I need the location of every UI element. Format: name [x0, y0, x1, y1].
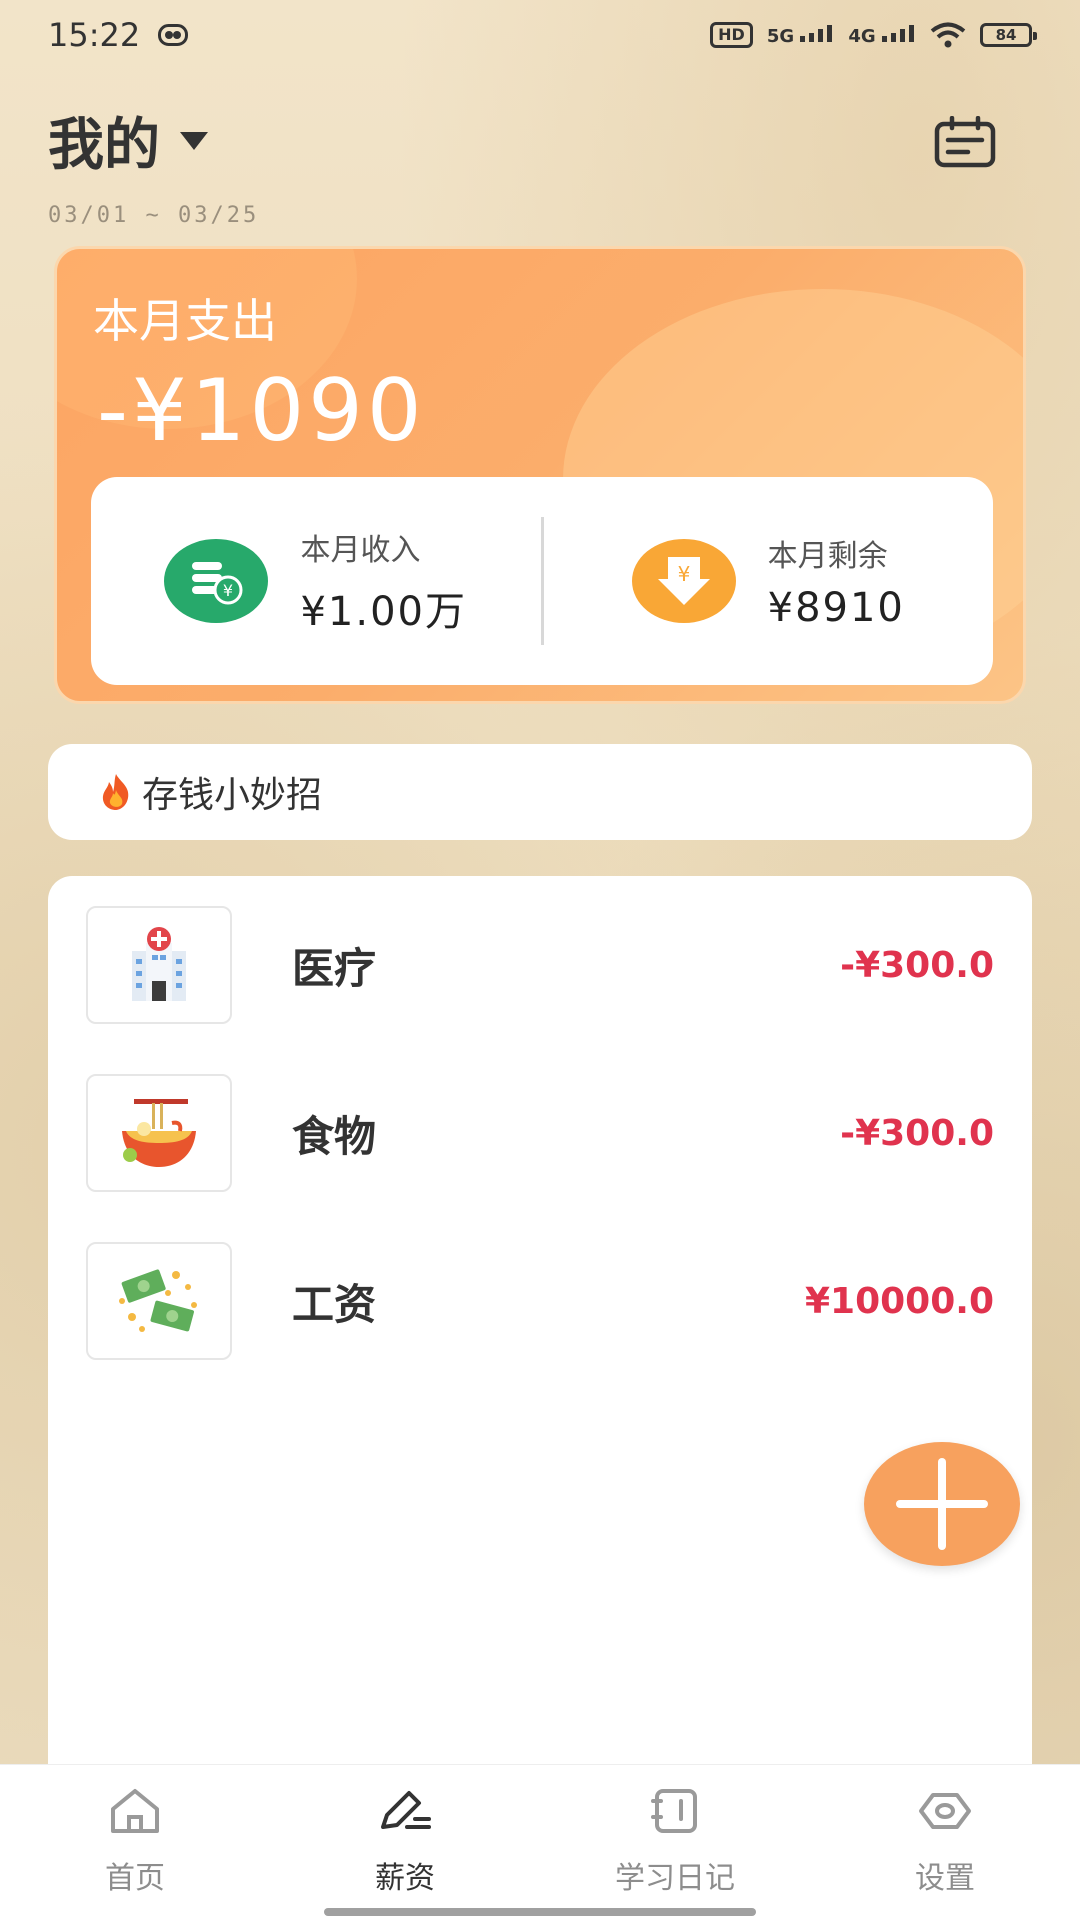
status-bar: 15:22 HD 5G 4G 84: [0, 0, 1080, 70]
page-title: 我的: [48, 113, 160, 178]
item-amount: ¥10000.0: [804, 1280, 994, 1322]
nav-salary[interactable]: 薪资: [270, 1765, 540, 1920]
income-stat: ¥ 本月收入 ¥1.00万: [91, 525, 541, 637]
calendar-icon[interactable]: [934, 116, 996, 168]
add-button[interactable]: [864, 1442, 1020, 1566]
home-icon: [111, 1789, 159, 1833]
money-icon: [86, 1242, 232, 1360]
eye-icon: [919, 1793, 971, 1829]
bottom-nav: 首页 薪资 学习日记 设置: [0, 1764, 1080, 1920]
nav-label: 学习日记: [615, 1861, 735, 1896]
item-name: 食物: [292, 1111, 377, 1161]
expense-amount: -¥1090: [97, 361, 426, 461]
media-icon: [158, 24, 189, 46]
transaction-list: 医疗 -¥300.0 食物 -¥300.0 工资 ¥10000.0: [48, 876, 1032, 1776]
plus-icon: [896, 1458, 988, 1550]
nav-label: 薪资: [375, 1861, 435, 1896]
item-name: 工资: [292, 1279, 377, 1329]
nav-home[interactable]: 首页: [0, 1765, 270, 1920]
hd-indicator: HD: [710, 22, 753, 48]
home-indicator: [324, 1908, 756, 1916]
expense-label: 本月支出: [93, 294, 277, 348]
list-item[interactable]: 工资 ¥10000.0: [86, 1242, 994, 1360]
nav-study-diary[interactable]: 学习日记: [540, 1765, 810, 1920]
list-item[interactable]: 医疗 -¥300.0: [86, 906, 994, 1024]
signal-4g: 4G: [848, 24, 916, 47]
item-name: 医疗: [292, 943, 377, 993]
nav-label: 首页: [105, 1861, 165, 1896]
item-amount: -¥300.0: [840, 944, 994, 986]
svg-text:¥: ¥: [223, 581, 233, 600]
signal-5g: 5G: [767, 24, 835, 47]
caret-down-icon: [180, 131, 208, 150]
edit-icon: [381, 1791, 431, 1829]
noodle-bowl-icon: [86, 1074, 232, 1192]
nav-settings[interactable]: 设置: [810, 1765, 1080, 1920]
list-item[interactable]: 食物 -¥300.0: [86, 1074, 994, 1192]
fire-icon: [102, 774, 129, 810]
coins-icon: ¥: [164, 539, 269, 623]
item-amount: -¥300.0: [840, 1112, 994, 1154]
svg-text:¥: ¥: [677, 562, 690, 586]
yen-down-icon: ¥: [631, 539, 736, 623]
saving-tips-banner[interactable]: 存钱小妙招: [48, 744, 1032, 840]
signal-icon: [882, 24, 914, 42]
date-range: 03/01 ~ 03/25: [48, 203, 260, 228]
tips-label: 存钱小妙招: [142, 775, 323, 816]
header: 我的 03/01 ~ 03/25: [48, 100, 259, 228]
remaining-stat: ¥ 本月剩余 ¥8910: [544, 531, 994, 631]
income-remaining-panel: ¥ 本月收入 ¥1.00万 ¥ 本月剩余 ¥8910: [91, 477, 993, 685]
income-label: 本月收入: [300, 533, 421, 568]
signal-icon: [800, 24, 833, 42]
notebook-icon: [651, 1789, 697, 1833]
wifi-icon: [930, 22, 966, 48]
monthly-summary-card: 本月支出 -¥1090 ¥ 本月收入 ¥1.00万 ¥ 本月剩余 ¥8910: [54, 246, 1026, 704]
income-value: ¥1.00万: [300, 589, 467, 635]
status-time: 15:22: [48, 16, 141, 54]
hospital-icon: [86, 906, 232, 1024]
remaining-value: ¥8910: [767, 585, 905, 631]
remaining-label: 本月剩余: [767, 539, 888, 574]
account-selector[interactable]: 我的: [48, 100, 259, 181]
nav-label: 设置: [915, 1861, 975, 1896]
battery-icon: 84: [980, 23, 1037, 47]
